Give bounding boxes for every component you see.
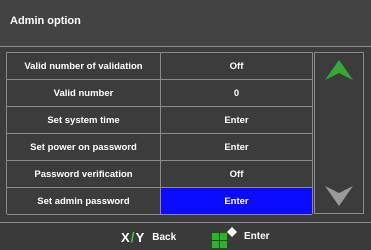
table-row-selected[interactable]: Set admin password Enter: [7, 188, 312, 215]
row-value-selected[interactable]: Enter: [161, 188, 312, 214]
slash-icon: /: [130, 229, 135, 245]
row-value[interactable]: Off: [161, 53, 312, 79]
row-value[interactable]: Off: [161, 161, 312, 187]
footer-bar: X / Y Back Enter: [0, 222, 371, 250]
row-value[interactable]: Enter: [161, 107, 312, 133]
enter-label: Enter: [244, 231, 270, 242]
row-label: Valid number of validation: [7, 53, 161, 79]
enter-icon[interactable]: [211, 227, 237, 248]
title-bar: Admin option: [0, 0, 371, 47]
row-label: Password verification: [7, 161, 161, 187]
up-arrow-icon[interactable]: [324, 59, 354, 81]
scroll-panel: [314, 52, 364, 214]
y-key-label: Y: [135, 229, 145, 245]
row-value[interactable]: 0: [161, 80, 312, 106]
row-label: Set system time: [7, 107, 161, 133]
table-row[interactable]: Password verification Off: [7, 161, 312, 188]
back-label: Back: [152, 231, 177, 243]
row-label: Set power on password: [7, 134, 161, 160]
down-arrow-icon[interactable]: [324, 185, 354, 207]
row-label: Set admin password: [7, 188, 161, 214]
table-row[interactable]: Set system time Enter: [7, 107, 312, 134]
table-row[interactable]: Valid number of validation Off: [7, 53, 312, 80]
row-value[interactable]: Enter: [161, 134, 312, 160]
options-table: Valid number of validation Off Valid num…: [6, 52, 313, 215]
page-title: Admin option: [10, 15, 81, 27]
row-label: Valid number: [7, 80, 161, 106]
table-row[interactable]: Valid number 0: [7, 80, 312, 107]
x-key-label: X: [121, 229, 130, 245]
back-control[interactable]: X / Y Back: [121, 229, 176, 245]
table-row[interactable]: Set power on password Enter: [7, 134, 312, 161]
